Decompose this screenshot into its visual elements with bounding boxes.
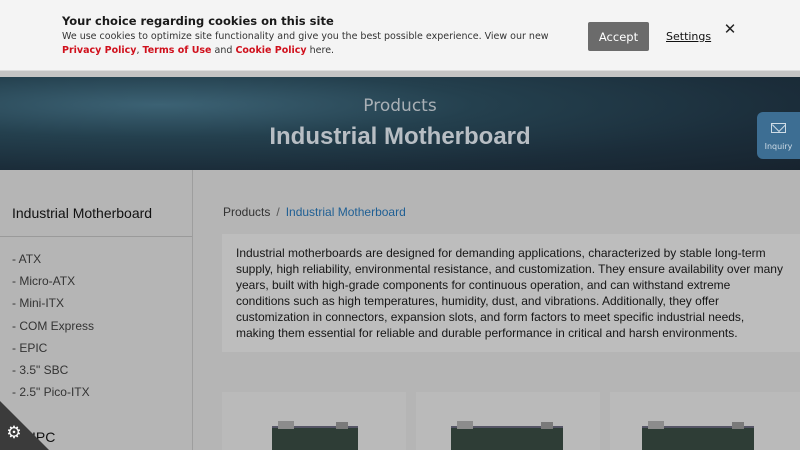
breadcrumb: Products / Industrial Motherboard [223,205,406,219]
product-image [451,421,563,450]
product-card[interactable] [610,392,800,450]
inquiry-button[interactable]: Inquiry [757,112,800,159]
cookie-text-and: and [211,45,236,56]
product-image [272,421,358,450]
sidebar-item-atx[interactable]: - ATX [12,252,94,274]
privacy-policy-link[interactable]: Privacy Policy [62,45,136,56]
product-card[interactable] [222,392,406,450]
sidebar-item-com-express[interactable]: - COM Express [12,319,94,341]
terms-of-use-link[interactable]: Terms of Use [143,45,212,56]
cookie-text: We use cookies to optimize site function… [62,30,582,58]
sidebar-item-micro-atx[interactable]: - Micro-ATX [12,274,94,296]
breadcrumb-separator: / [276,205,280,219]
accept-button[interactable]: Accept [588,22,649,51]
category-description: Industrial motherboards are designed for… [222,234,800,352]
product-image [642,421,754,450]
settings-link[interactable]: Settings [666,30,711,43]
sidebar-title[interactable]: Industrial Motherboard [12,205,152,221]
product-grid [222,392,800,450]
inquiry-label: Inquiry [764,142,793,151]
sidebar-list: - ATX - Micro-ATX - Mini-ITX - COM Expre… [12,252,94,407]
sidebar-item-epic[interactable]: - EPIC [12,341,94,363]
close-icon[interactable]: ✕ [722,21,738,37]
cookie-text-start: We use cookies to optimize site function… [62,31,549,42]
cookie-text-end: here. [306,45,335,56]
cookie-policy-link[interactable]: Cookie Policy [235,45,306,56]
cookie-title: Your choice regarding cookies on this si… [62,14,334,28]
hero-banner: Products Industrial Motherboard [0,77,800,170]
gear-icon[interactable]: ⚙ [5,424,23,442]
breadcrumb-current[interactable]: Industrial Motherboard [286,205,406,219]
sidebar-divider [0,236,192,237]
hero-subtitle: Products [363,96,437,116]
mail-icon [771,123,786,133]
sidebar-item-3-5-sbc[interactable]: - 3.5" SBC [12,363,94,385]
page-title: Industrial Motherboard [269,123,531,150]
breadcrumb-products[interactable]: Products [223,205,270,219]
cookie-banner: Your choice regarding cookies on this si… [0,0,800,71]
sidebar-item-mini-itx[interactable]: - Mini-ITX [12,296,94,318]
product-card[interactable] [416,392,600,450]
